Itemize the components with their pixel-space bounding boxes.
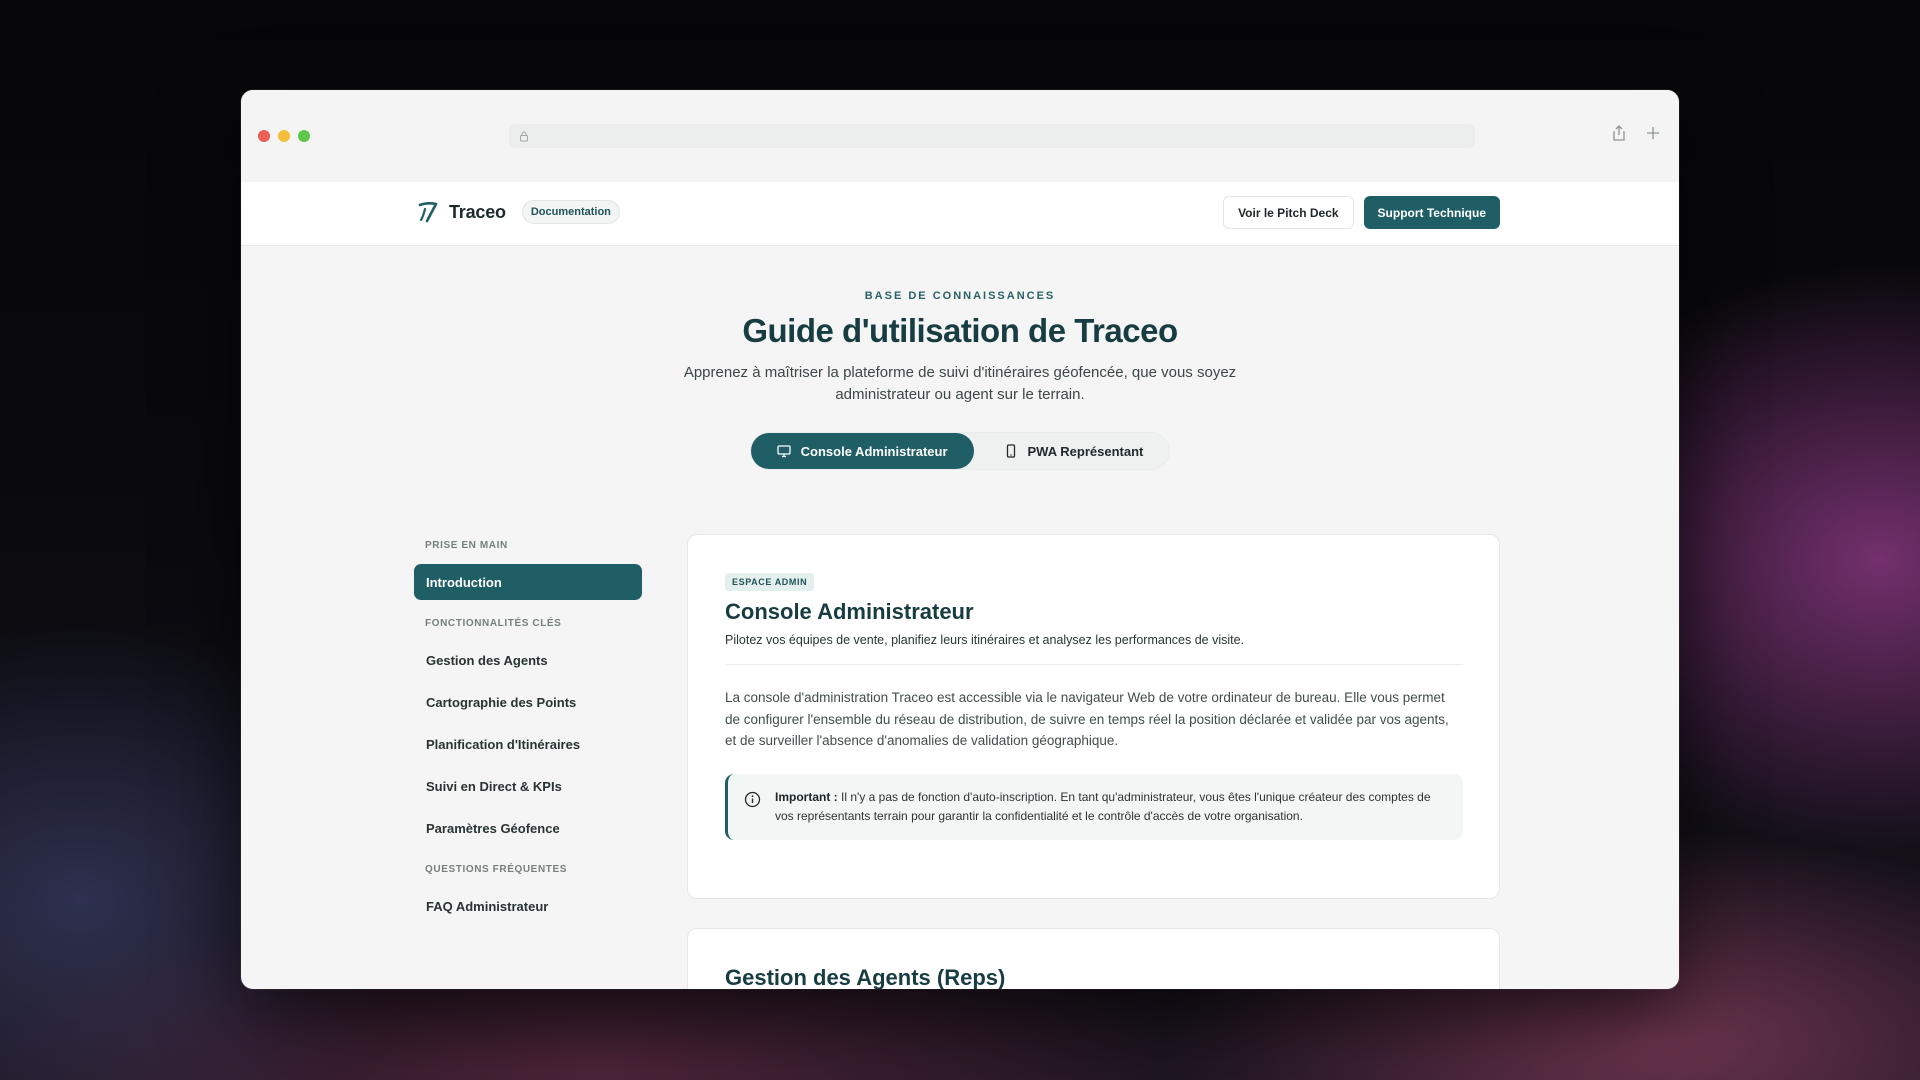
callout-body: Il n'y a pas de fonction d'auto-inscript… <box>775 789 1431 823</box>
sidebar-item-faq-admin[interactable]: FAQ Administrateur <box>414 888 642 924</box>
divider <box>725 664 1463 665</box>
section-tag: ESPACE ADMIN <box>725 573 815 591</box>
hero: BASE DE CONNAISSANCES Guide d'utilisatio… <box>241 290 1679 470</box>
maximize-window-button[interactable] <box>298 130 310 142</box>
callout-label: Important : <box>775 789 838 804</box>
sidebar-heading: PRISE EN MAIN <box>425 540 508 551</box>
sidebar-item-live-kpis[interactable]: Suivi en Direct & KPIs <box>414 768 642 804</box>
section-agents: Gestion des Agents (Reps) <box>687 928 1500 989</box>
traceo-logo-icon <box>418 202 438 223</box>
sidebar-heading: QUESTIONS FRÉQUENTES <box>425 864 568 875</box>
sidebar-item-agents[interactable]: Gestion des Agents <box>414 642 642 678</box>
sidebar-group-faq: QUESTIONS FRÉQUENTES FAQ Administrateur <box>414 864 642 924</box>
callout-text: Important : Il n'y a pas de fonction d'a… <box>775 788 1443 826</box>
sidebar-item-geofence-settings[interactable]: Paramètres Géofence <box>414 810 642 846</box>
section-subtitle: Pilotez vos équipes de vente, planifiez … <box>725 633 1245 647</box>
section-body: La console d'administration Traceo est a… <box>725 690 1449 748</box>
browser-titlebar <box>241 90 1679 182</box>
sidebar-item-mapping[interactable]: Cartographie des Points <box>414 684 642 720</box>
audience-tabs: Console Administrateur PWA Représentant <box>749 432 1171 470</box>
documentation-badge: Documentation <box>521 200 620 224</box>
browser-window: Traceo Documentation Voir le Pitch Deck … <box>241 90 1679 989</box>
monitor-icon <box>776 445 791 458</box>
sidebar-group-getting-started: PRISE EN MAIN Introduction <box>414 540 642 600</box>
sidebar-item-introduction[interactable]: Introduction <box>414 564 642 600</box>
close-window-button[interactable] <box>258 130 270 142</box>
site-header: Traceo Documentation Voir le Pitch Deck … <box>241 182 1679 246</box>
important-callout: Important : Il n'y a pas de fonction d'a… <box>725 773 1463 840</box>
pitch-deck-button[interactable]: Voir le Pitch Deck <box>1223 196 1354 229</box>
window-controls <box>258 130 310 142</box>
tab-console-admin-label: Console Administrateur <box>800 443 948 459</box>
smartphone-icon <box>1006 444 1015 458</box>
address-bar[interactable] <box>509 124 1475 148</box>
brand-name: Traceo <box>449 201 506 222</box>
tab-console-admin[interactable]: Console Administrateur <box>750 433 974 469</box>
sidebar-heading: FONCTIONNALITÉS CLÉS <box>425 618 562 629</box>
header-actions: Voir le Pitch Deck Support Technique <box>1223 196 1500 229</box>
browser-toolbar-actions <box>1611 124 1661 142</box>
brand[interactable]: Traceo Documentation <box>417 200 620 224</box>
support-button[interactable]: Support Technique <box>1363 196 1500 229</box>
tab-pwa-representant[interactable]: PWA Représentant <box>978 433 1170 469</box>
new-tab-icon[interactable] <box>1645 124 1661 142</box>
section-title: Console Administrateur <box>725 599 974 624</box>
hero-subtitle: Apprenez à maîtriser la plateforme de su… <box>683 364 1237 403</box>
minimize-window-button[interactable] <box>278 130 290 142</box>
share-icon[interactable] <box>1611 124 1627 142</box>
info-icon <box>744 791 761 807</box>
page-title: Guide d'utilisation de Traceo <box>742 312 1178 349</box>
sidebar-item-planning[interactable]: Planification d'Itinéraires <box>414 726 642 762</box>
hero-eyebrow: BASE DE CONNAISSANCES <box>864 290 1056 302</box>
section-console-admin: ESPACE ADMIN Console Administrateur Pilo… <box>687 534 1500 899</box>
docs-sidebar: PRISE EN MAIN Introduction FONCTIONNALIT… <box>414 540 642 942</box>
lock-icon <box>520 131 528 141</box>
tab-pwa-representant-label: PWA Représentant <box>1027 443 1144 459</box>
sidebar-group-features: FONCTIONNALITÉS CLÉS Gestion des Agents … <box>414 618 642 846</box>
section-title: Gestion des Agents (Reps) <box>725 965 1006 989</box>
